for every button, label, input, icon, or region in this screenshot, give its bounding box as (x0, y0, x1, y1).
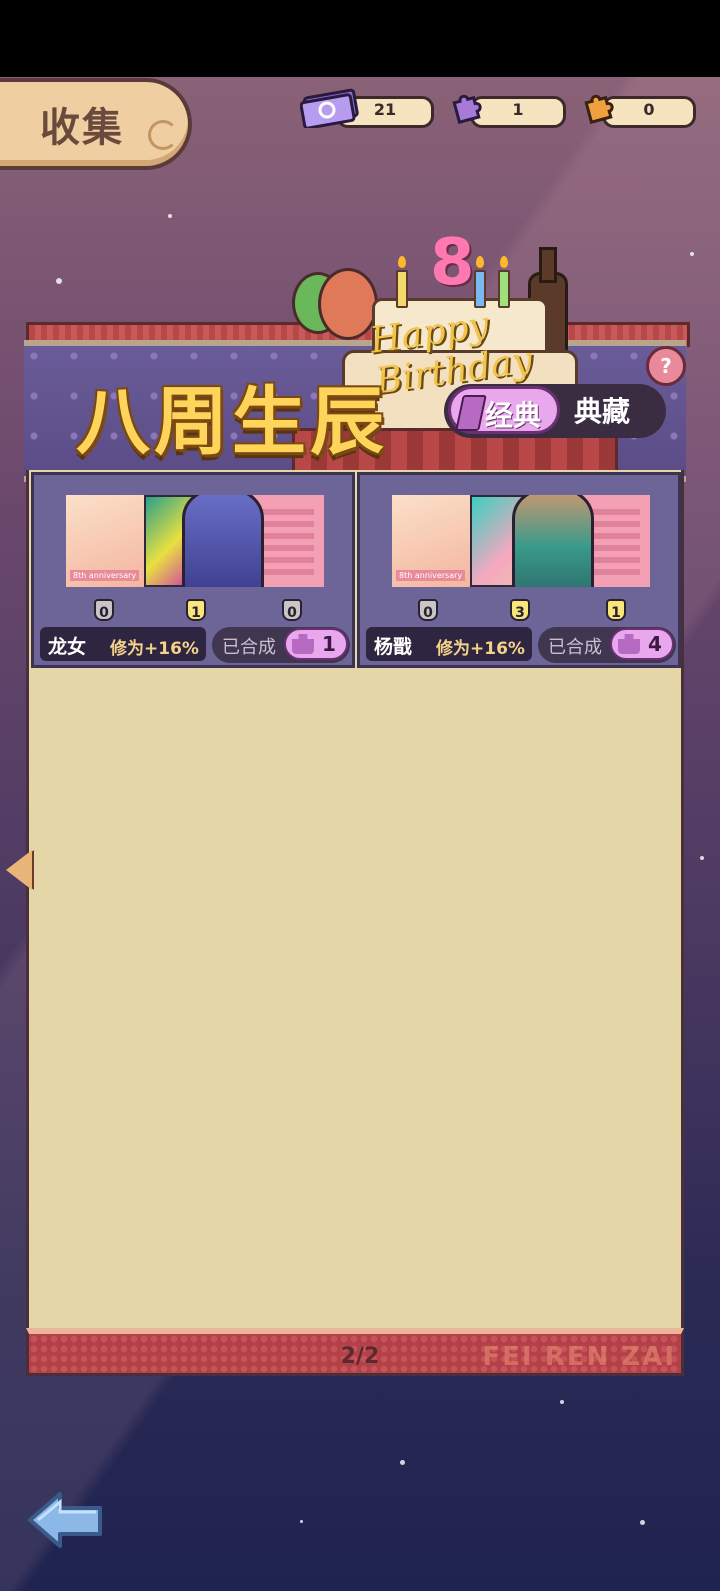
back-arrow-icon[interactable] (26, 1490, 106, 1550)
flame-icon (500, 256, 508, 268)
combined-status: 已合成 1 (212, 627, 350, 663)
toggle-collection[interactable]: 典藏 (574, 390, 630, 430)
character-bonus: 修为+16% (436, 639, 525, 659)
star (690, 252, 694, 256)
character-figure (182, 495, 264, 587)
card-artwork: 8th anniversary (66, 495, 324, 587)
collection-card[interactable]: 8th anniversary 0 3 1 杨戬 修为+16% 已合成 4 (357, 472, 681, 668)
piece-count-tag: 0 (418, 599, 438, 621)
collection-card[interactable]: 8th anniversary 0 1 0 龙女 修为+16% 已合成 1 (31, 472, 355, 668)
orange-puzzle-counter: 0 (602, 96, 696, 128)
status-bar (0, 0, 720, 77)
page-title: 收集 (40, 105, 124, 151)
combined-count: 4 (648, 632, 662, 656)
piece-count-tag: 1 (186, 599, 206, 621)
star (400, 1460, 405, 1465)
help-button[interactable]: ? (646, 346, 686, 386)
character-name: 杨戬 (374, 636, 413, 658)
star (56, 278, 62, 284)
combined-label: 已合成 (548, 637, 602, 658)
anniversary-label: 8th anniversary (70, 570, 140, 581)
cake-number: 8 (430, 226, 475, 300)
puzzle-icon (618, 634, 640, 654)
previous-page-arrow-icon[interactable] (6, 850, 32, 890)
piece-count-tag: 0 (94, 599, 114, 621)
art-piece-left: 8th anniversary (66, 495, 146, 587)
flame-icon (398, 256, 406, 268)
candle-icon (396, 270, 408, 308)
art-piece-middle (144, 495, 264, 587)
combined-count-pill: 1 (284, 628, 348, 660)
combined-count-pill: 4 (610, 628, 674, 660)
watermark: FEI REN ZAI (482, 1342, 676, 1372)
book-icon (455, 395, 487, 431)
orange-puzzle-icon (584, 94, 614, 125)
star (700, 856, 704, 860)
combined-count: 1 (322, 632, 336, 656)
star (168, 214, 172, 218)
toggle-classic[interactable]: 经典 (448, 386, 560, 434)
purple-puzzle-count: 1 (512, 100, 524, 119)
combined-status: 已合成 4 (538, 627, 676, 663)
character-figure (512, 495, 594, 587)
piece-count-tag: 3 (510, 599, 530, 621)
event-title: 八周生辰 (76, 379, 388, 465)
star (560, 1400, 564, 1404)
character-name: 龙女 (48, 636, 87, 658)
star (300, 1520, 303, 1523)
candle-icon (474, 270, 486, 308)
art-piece-middle (470, 495, 594, 587)
card-name-box: 杨戬 修为+16% (366, 627, 532, 661)
piece-count-tag: 0 (282, 599, 302, 621)
purple-puzzle-counter: 1 (470, 96, 566, 128)
card-artwork: 8th anniversary (392, 495, 650, 587)
star (640, 1520, 645, 1525)
puzzle-icon (292, 634, 314, 654)
purple-puzzle-icon (452, 94, 482, 125)
card-name-box: 龙女 修为+16% (40, 627, 206, 661)
toggle-classic-label: 经典 (485, 399, 542, 432)
swirl-ornament-icon (148, 120, 178, 150)
art-piece-left: 8th anniversary (392, 495, 472, 587)
flame-icon (476, 256, 484, 268)
combined-label: 已合成 (222, 637, 276, 658)
piece-count-tag: 1 (606, 599, 626, 621)
anniversary-label: 8th anniversary (396, 570, 466, 581)
orange-puzzle-count: 0 (643, 100, 655, 119)
ticket-icon (300, 88, 359, 128)
character-bonus: 修为+16% (110, 639, 199, 659)
